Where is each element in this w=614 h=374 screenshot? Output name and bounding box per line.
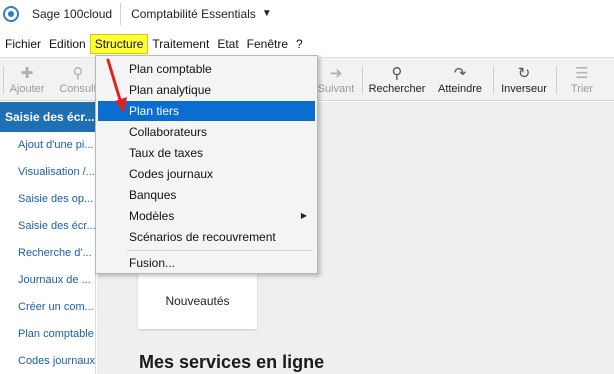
sort-button-label: Trier: [570, 83, 594, 95]
menu-separator: [127, 250, 313, 251]
sidebar-link[interactable]: Journaux de ...: [18, 274, 91, 286]
sidebar-link[interactable]: Recherche d'...: [18, 247, 92, 259]
menu-item-banques[interactable]: Banques: [98, 185, 315, 205]
menu-help[interactable]: ?: [292, 34, 307, 54]
next-button-label: Suivant: [317, 83, 355, 95]
toolbar-separator: [556, 66, 557, 94]
module-selector[interactable]: Comptabilité Essentials ▼: [131, 7, 272, 21]
sort-icon: ☰: [575, 64, 589, 82]
menu-item-plan-tiers[interactable]: Plan tiers: [98, 101, 315, 121]
menu-item-fusion[interactable]: Fusion...: [98, 253, 315, 273]
module-name: Comptabilité Essentials: [131, 6, 256, 21]
chevron-down-icon: ▼: [261, 8, 272, 19]
redo-icon: ↷: [453, 64, 467, 82]
menu-etat[interactable]: Etat: [213, 34, 242, 54]
menu-item-codes-journaux[interactable]: Codes journaux: [98, 164, 315, 184]
menu-item-collaborateurs[interactable]: Collaborateurs: [98, 122, 315, 142]
menu-fenetre[interactable]: Fenêtre: [243, 34, 292, 54]
search-icon: ⚲: [72, 64, 84, 82]
sidebar-link[interactable]: Saisie des écr...: [18, 220, 96, 232]
search-button[interactable]: ⚲ Rechercher: [366, 58, 428, 102]
add-button[interactable]: ✚ Ajouter: [6, 58, 48, 102]
title-divider: [120, 2, 122, 25]
inverseur-button[interactable]: ↻ Inverseur: [496, 58, 552, 102]
menu-fichier[interactable]: Fichier: [0, 34, 45, 54]
consult-button-label: Consult: [59, 83, 97, 95]
sidebar-link[interactable]: Ajout d'une pi...: [18, 139, 94, 151]
sidebar-header[interactable]: Saisie des écr...: [0, 102, 95, 132]
inverseur-button-label: Inverseur: [501, 83, 547, 95]
arrow-right-icon: ➔: [329, 64, 343, 82]
goto-button[interactable]: ↷ Atteindre: [433, 58, 487, 102]
menu-item-modeles[interactable]: Modèles ▶: [98, 206, 315, 226]
sidebar-link[interactable]: Visualisation /...: [18, 166, 95, 178]
app-name: Sage 100cloud: [32, 6, 113, 21]
menu-edition[interactable]: Edition: [45, 34, 90, 54]
sort-button[interactable]: ☰ Trier: [562, 58, 602, 102]
sidebar: Saisie des écr... Ajout d'une pi... Visu…: [0, 102, 96, 374]
menu-item-scenarios-recouvrement[interactable]: Scénarios de recouvrement: [98, 227, 315, 247]
title-bar: Sage 100cloud Comptabilité Essentials ▼: [0, 0, 614, 27]
refresh-icon: ↻: [517, 64, 531, 82]
menu-item-taux-de-taxes[interactable]: Taux de taxes: [98, 143, 315, 163]
news-card[interactable]: Nouveautés: [138, 272, 257, 329]
toolbar-separator: [493, 66, 494, 94]
goto-button-label: Atteindre: [437, 83, 483, 95]
consult-button[interactable]: ⚲ Consult: [58, 58, 98, 102]
sidebar-link-codes-journaux[interactable]: Codes journaux: [18, 355, 95, 367]
sidebar-link[interactable]: Saisie des op...: [18, 193, 93, 205]
submenu-arrow-icon: ▶: [300, 211, 307, 220]
menu-item-modeles-label: Modèles: [129, 209, 175, 223]
sidebar-link[interactable]: Créer un com...: [18, 301, 94, 313]
plus-icon: ✚: [20, 64, 34, 82]
menu-bar: Fichier Edition Structure Traitement Eta…: [0, 33, 614, 55]
news-card-label: Nouveautés: [165, 293, 230, 308]
menu-structure[interactable]: Structure: [89, 34, 149, 54]
search-icon: ⚲: [391, 64, 403, 82]
sidebar-link-plan-comptable[interactable]: Plan comptable: [18, 328, 94, 340]
services-title: Mes services en ligne: [139, 352, 325, 372]
menu-item-plan-analytique[interactable]: Plan analytique: [98, 80, 315, 100]
toolbar-separator: [362, 66, 363, 94]
sage-logo-icon: [3, 5, 19, 22]
menu-traitement[interactable]: Traitement: [148, 34, 213, 54]
search-button-label: Rechercher: [368, 83, 426, 95]
menu-item-plan-comptable[interactable]: Plan comptable: [98, 59, 315, 79]
next-button[interactable]: ➔ Suivant: [316, 58, 356, 102]
add-button-label: Ajouter: [9, 83, 45, 95]
structure-dropdown-menu: Plan comptable Plan analytique Plan tier…: [95, 55, 318, 274]
toolbar-separator: [3, 66, 4, 94]
